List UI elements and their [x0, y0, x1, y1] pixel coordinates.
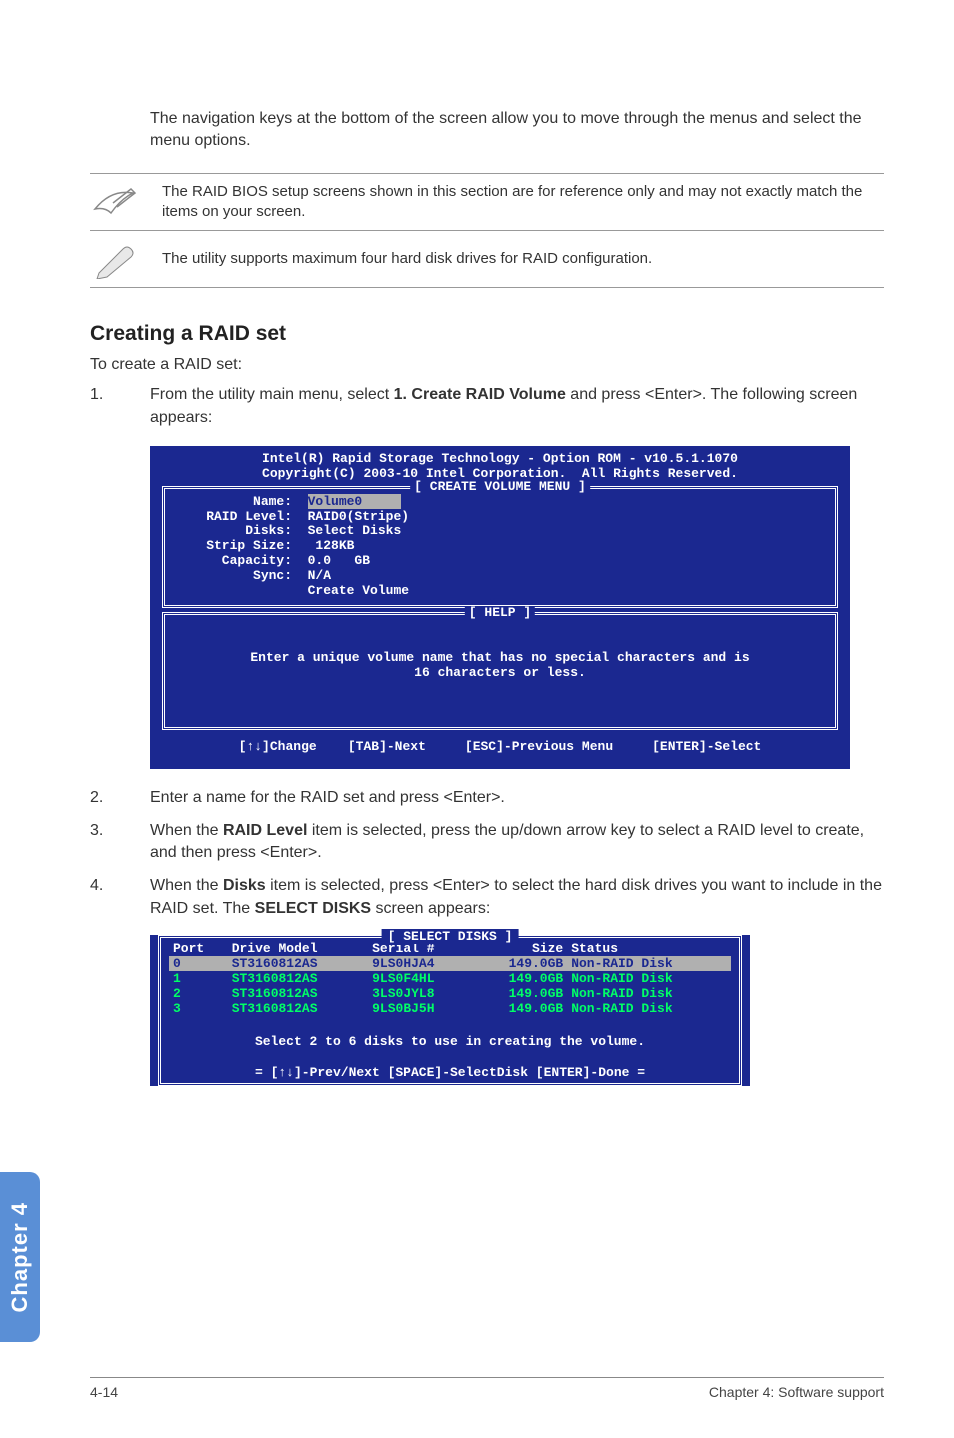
hdr-serial: Serial # — [368, 941, 473, 956]
cell-port: 1 — [169, 971, 228, 986]
step-3-bold: RAID Level — [223, 822, 307, 839]
cell-model: ST3160812AS — [228, 1001, 368, 1016]
bios-create-volume-screen: Intel(R) Rapid Storage Technology - Opti… — [150, 446, 850, 769]
bios-raid-value: RAID0(Stripe) — [308, 509, 409, 524]
chapter-title-footer: Chapter 4: Software support — [709, 1384, 884, 1400]
bios-field-name: Name: Volume0 — [175, 495, 825, 510]
page-number: 4-14 — [90, 1384, 118, 1400]
cell-serial: 9LS0HJA4 — [368, 956, 473, 971]
bios-cap-label: Capacity: — [175, 553, 308, 568]
note-icon — [90, 185, 140, 219]
bios-create-frame: Name: Volume0 RAID Level: RAID0(Stripe) … — [162, 486, 838, 609]
cell-model: ST3160812AS — [228, 971, 368, 986]
heading-creating-raid: Creating a RAID set — [90, 322, 954, 346]
cell-status: Non-RAID Disk — [567, 956, 731, 971]
cell-serial: 9LS0BJ5H — [368, 1001, 473, 1016]
bios-sync-value: N/A — [308, 568, 331, 583]
bios-disks-value: Select Disks — [308, 523, 402, 538]
cell-serial: 3LS0JYL8 — [368, 986, 473, 1001]
table-row: 1 ST3160812AS 9LS0F4HL 149.0GB Non-RAID … — [169, 971, 731, 986]
note1-text: The RAID BIOS setup screens shown in thi… — [162, 182, 884, 223]
bios-create-value: Create Volume — [308, 583, 409, 598]
step-3: 3. When the RAID Level item is selected,… — [90, 820, 884, 865]
cell-size: 149.0GB — [474, 971, 568, 986]
bios-field-disks: Disks: Select Disks — [175, 524, 825, 539]
bios-create-label — [175, 583, 308, 598]
intro-paragraph: The navigation keys at the bottom of the… — [150, 0, 884, 153]
cell-model: ST3160812AS — [228, 986, 368, 1001]
note2-text: The utility supports maximum four hard d… — [162, 249, 652, 269]
hdr-port: Port — [169, 941, 228, 956]
note-reference: The RAID BIOS setup screens shown in thi… — [90, 173, 884, 232]
bios-disks-label: Disks: — [175, 523, 308, 538]
step-2: 2. Enter a name for the RAID set and pre… — [90, 787, 884, 810]
bios-footer: [↑↓]Change [TAB]-Next [ESC]-Previous Men… — [150, 734, 850, 763]
step-1-number: 1. — [90, 384, 150, 429]
pen-icon — [90, 239, 140, 279]
step-3-pre: When the — [150, 822, 223, 839]
step-2-body: Enter a name for the RAID set and press … — [150, 787, 884, 810]
bios-title1: Intel(R) Rapid Storage Technology - Opti… — [150, 452, 850, 467]
cell-model: ST3160812AS — [228, 956, 368, 971]
table-row: 0 ST3160812AS 9LS0HJA4 149.0GB Non-RAID … — [169, 956, 731, 971]
hdr-model: Drive Model — [228, 941, 368, 956]
bios-select-disks-screen: Port Drive Model Serial # Size Status 0 … — [150, 935, 750, 1086]
chapter-side-tab: Chapter 4 — [0, 1172, 40, 1342]
bios-name-value: Volume0 — [308, 494, 363, 509]
subtext: To create a RAID set: — [90, 356, 954, 374]
disks-header-row: Port Drive Model Serial # Size Status — [169, 941, 731, 956]
cell-port: 3 — [169, 1001, 228, 1016]
step-4-pre: When the — [150, 877, 223, 894]
cell-port: 2 — [169, 986, 228, 1001]
hdr-status: Status — [567, 941, 731, 956]
step-1-bold: 1. Create RAID Volume — [394, 386, 566, 403]
cell-size: 149.0GB — [474, 1001, 568, 1016]
bios-cap-value: 0.0 GB — [308, 553, 370, 568]
bios-help-frame: Enter a unique volume name that has no s… — [162, 612, 838, 730]
disks-message: Select 2 to 6 disks to use in creating t… — [169, 1016, 731, 1067]
chapter-side-label: Chapter 4 — [7, 1202, 33, 1312]
step-4-post: screen appears: — [371, 900, 490, 917]
cell-serial: 9LS0F4HL — [368, 971, 473, 986]
table-row: 2 ST3160812AS 3LS0JYL8 149.0GB Non-RAID … — [169, 986, 731, 1001]
disks-footer-text: [↑↓]-Prev/Next [SPACE]-SelectDisk [ENTER… — [271, 1065, 630, 1080]
bios-help-text: Enter a unique volume name that has no s… — [175, 621, 825, 721]
bios-sync-label: Sync: — [175, 568, 308, 583]
step-1: 1. From the utility main menu, select 1.… — [90, 384, 884, 429]
disks-table: Port Drive Model Serial # Size Status 0 … — [169, 941, 731, 1016]
page-footer: 4-14 Chapter 4: Software support — [90, 1377, 884, 1400]
disks-frame: Port Drive Model Serial # Size Status 0 … — [158, 935, 742, 1086]
step-1-body: From the utility main menu, select 1. Cr… — [150, 384, 884, 429]
bios-strip-label: Strip Size: — [175, 538, 308, 553]
bios-name-label: Name: — [175, 494, 308, 509]
step-4: 4. When the Disks item is selected, pres… — [90, 875, 884, 920]
step-4-bold1: Disks — [223, 877, 266, 894]
bios-raid-label: RAID Level: — [175, 509, 308, 524]
step-1-pre: From the utility main menu, select — [150, 386, 394, 403]
bios-field-strip: Strip Size: 128KB — [175, 539, 825, 554]
cell-status: Non-RAID Disk — [567, 986, 731, 1001]
bios-field-raid: RAID Level: RAID0(Stripe) — [175, 510, 825, 525]
cell-size: 149.0GB — [474, 986, 568, 1001]
note-utility: The utility supports maximum four hard d… — [90, 231, 884, 288]
step-4-body: When the Disks item is selected, press <… — [150, 875, 884, 920]
bios-field-create: Create Volume — [175, 584, 825, 599]
bios-strip-value: 128KB — [308, 538, 355, 553]
cell-status: Non-RAID Disk — [567, 1001, 731, 1016]
step-2-number: 2. — [90, 787, 150, 810]
cell-port: 0 — [169, 956, 228, 971]
cell-status: Non-RAID Disk — [567, 971, 731, 986]
step-3-number: 3. — [90, 820, 150, 865]
step-4-number: 4. — [90, 875, 150, 920]
step-4-bold2: SELECT DISKS — [255, 900, 371, 917]
bios-field-capacity: Capacity: 0.0 GB — [175, 554, 825, 569]
bios-field-sync: Sync: N/A — [175, 569, 825, 584]
step-3-body: When the RAID Level item is selected, pr… — [150, 820, 884, 865]
disks-footer: = [↑↓]-Prev/Next [SPACE]-SelectDisk [ENT… — [169, 1065, 731, 1080]
table-row: 3 ST3160812AS 9LS0BJ5H 149.0GB Non-RAID … — [169, 1001, 731, 1016]
cell-size: 149.0GB — [474, 956, 568, 971]
hdr-size: Size — [474, 941, 568, 956]
